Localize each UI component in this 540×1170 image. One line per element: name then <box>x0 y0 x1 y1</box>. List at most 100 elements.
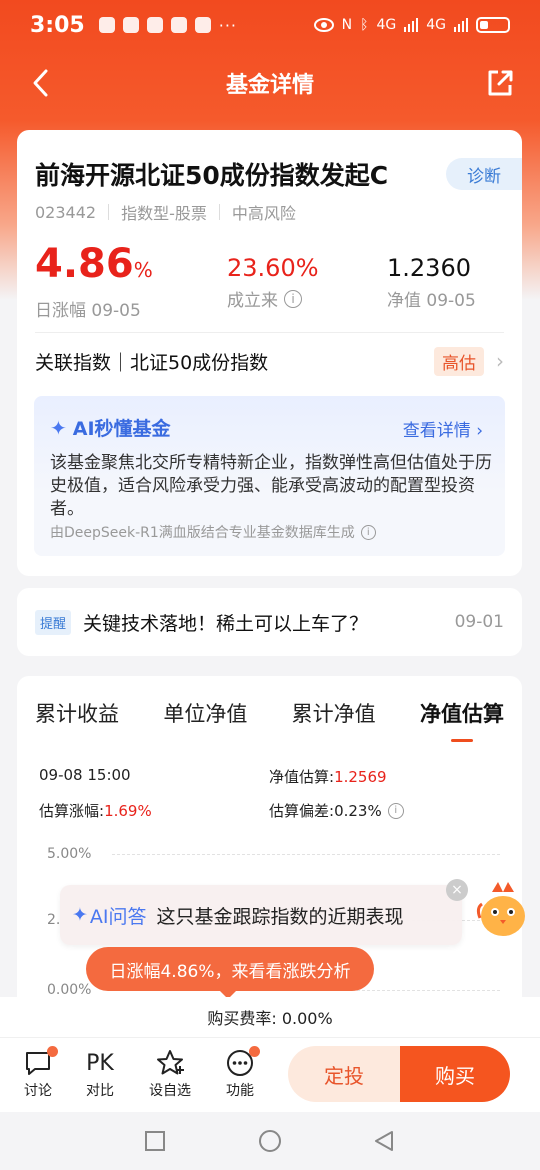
add-watchlist-button[interactable]: 设自选 <box>140 1046 200 1100</box>
grid-line <box>112 854 500 855</box>
fund-type: 指数型-股票 <box>121 204 207 223</box>
daily-change-value: 4.86% <box>35 241 153 287</box>
purchase-fee: 购买费率: 0.00% <box>0 997 540 1037</box>
ai-ask-tag: ✦ AI问答 <box>72 904 147 928</box>
divider <box>35 332 504 333</box>
fund-name: 前海开源北证50成份指数发起C <box>35 161 389 190</box>
ai-detail-link[interactable]: 查看详情 › <box>403 416 483 441</box>
nav-estimate: 净值估算:1.2569 <box>269 768 387 786</box>
daily-change-label: 日涨幅 09-05 <box>35 301 141 321</box>
daily-change-stat: 4.86% 日涨幅 09-05 <box>35 242 153 321</box>
valuation-badge: 高估 <box>434 346 484 376</box>
discuss-button[interactable]: 讨论 <box>8 1046 68 1100</box>
bluetooth-icon: ᛒ <box>360 17 369 33</box>
eye-icon <box>313 18 334 32</box>
tab-unit-nav[interactable]: 单位净值 <box>163 698 247 728</box>
since-inception-stat: 23.60% 成立来 i <box>227 254 319 311</box>
share-icon[interactable] <box>484 67 516 99</box>
y-axis-top: 5.00% <box>47 846 92 862</box>
ai-summary-title: ✦ AI秒懂基金 <box>50 415 171 441</box>
estimate-datetime: 09-08 15:00 <box>39 766 131 784</box>
watchlist-label: 设自选 <box>149 1083 191 1099</box>
status-bar: 3:05 ··· N ᛒ 4G 4G <box>0 0 540 50</box>
compare-button[interactable]: PK 对比 <box>70 1046 130 1100</box>
y-axis-mid: 2. <box>47 912 61 928</box>
news-headline: 关键技术落地！稀土可以上车了？ <box>83 612 369 635</box>
nfc-icon: N <box>341 17 353 33</box>
divider <box>218 204 220 220</box>
signal-2-label: 4G <box>426 17 446 33</box>
news-card[interactable]: 提醒 关键技术落地！稀土可以上车了？ 09-01 <box>17 588 522 656</box>
auto-invest-button[interactable]: 定投 <box>288 1046 400 1102</box>
status-app-icons <box>98 17 211 33</box>
change-analysis-button[interactable]: 日涨幅4.86%，来看看涨跌分析 <box>86 947 374 999</box>
pk-icon: PK <box>86 1050 114 1076</box>
notification-dot <box>249 1046 260 1057</box>
divider <box>108 204 110 220</box>
signal-1-label: 4G <box>376 17 397 33</box>
buy-button[interactable]: 购买 <box>400 1046 510 1102</box>
related-index: 关联指数｜北证50成份指数 <box>35 351 269 374</box>
functions-button[interactable]: 功能 <box>210 1046 270 1100</box>
since-inception-value: 23.60% <box>227 254 319 282</box>
battery-icon <box>476 17 510 33</box>
more-icon <box>210 1046 270 1080</box>
remind-tag: 提醒 <box>35 609 72 635</box>
sparkle-icon: ✦ <box>72 904 88 926</box>
news-date: 09-01 <box>454 612 504 632</box>
tab-cumulative-return[interactable]: 累计收益 <box>35 698 119 728</box>
chevron-right-icon: › <box>496 349 504 373</box>
nav-label: 净值 09-05 <box>387 291 476 311</box>
signal-icon <box>404 18 419 32</box>
notification-dot <box>47 1046 58 1057</box>
info-icon[interactable]: i <box>387 802 404 819</box>
nav-stat: 1.2360 净值 09-05 <box>387 254 476 311</box>
page-title: 基金详情 <box>225 73 314 98</box>
more-notifications-icon: ··· <box>218 15 237 35</box>
fund-summary-card: 前海开源北证50成份指数发起C 诊断 023442 指数型-股票 中高风险 4.… <box>17 130 522 576</box>
recent-apps-icon[interactable] <box>144 1130 166 1152</box>
fund-code: 023442 <box>35 202 97 222</box>
close-icon[interactable]: × <box>446 879 468 901</box>
system-navigation-bar <box>0 1112 540 1170</box>
weibo-icon <box>122 17 139 33</box>
wechat-icon <box>146 17 163 33</box>
info-icon[interactable]: i <box>284 289 302 308</box>
ai-question-bubble[interactable]: ✦ AI问答 这只基金跟踪指数的近期表现 × <box>60 879 468 945</box>
signal-icon <box>454 18 468 32</box>
star-plus-icon <box>140 1046 200 1080</box>
since-inception-label: 成立来 i <box>227 286 319 311</box>
chat-bubble-icon <box>8 1046 68 1080</box>
y-axis-bottom: 0.00% <box>47 982 92 998</box>
discuss-label: 讨论 <box>24 1083 52 1099</box>
nav-value: 1.2360 <box>387 254 471 282</box>
functions-label: 功能 <box>226 1083 254 1099</box>
back-nav-icon[interactable] <box>372 1129 396 1153</box>
status-time: 3:05 <box>30 12 85 38</box>
mascot-icon[interactable] <box>474 878 532 944</box>
app-notification-icon <box>98 17 115 33</box>
tab-cumulative-nav[interactable]: 累计净值 <box>292 698 376 728</box>
estimate-change: 估算涨幅:1.69% <box>39 802 152 820</box>
ai-source-note: 由DeepSeek-R1满血版结合专业基金数据库生成 i <box>50 522 376 542</box>
info-icon[interactable]: i <box>360 524 376 540</box>
ai-summary-text: 该基金聚焦北交所专精特新企业，指数弹性高但估值处于历史极值，适合风险承受力强、能… <box>50 453 492 519</box>
ai-question-text: 这只基金跟踪指数的近期表现 <box>156 905 404 928</box>
estimate-deviation: 估算偏差:0.23% i <box>269 800 404 821</box>
tab-nav-estimate[interactable]: 净值估算 <box>420 698 504 742</box>
page-header: 基金详情 <box>0 55 540 111</box>
fund-risk: 中高风险 <box>231 204 296 223</box>
compare-label: 对比 <box>86 1083 114 1099</box>
app-notification-icon <box>194 17 211 33</box>
sparkle-icon: ✦ <box>50 415 67 440</box>
status-right: N ᛒ 4G 4G <box>313 17 510 33</box>
back-icon[interactable] <box>26 67 58 99</box>
ai-summary-box: ✦ AI秒懂基金 查看详情 › 该基金聚焦北交所专精特新企业，指数弹性高但估值处… <box>34 396 505 556</box>
bottom-action-bar: 讨论 PK 对比 设自选 功能 定投 购买 <box>0 1037 540 1112</box>
home-icon[interactable] <box>258 1129 282 1153</box>
diagnose-button[interactable]: 诊断 <box>446 158 522 190</box>
app-notification-icon <box>170 17 187 33</box>
related-index-row[interactable]: 关联指数｜北证50成份指数 高估 › <box>35 345 504 377</box>
fund-meta: 023442 指数型-股票 中高风险 <box>35 200 296 224</box>
chart-tabs: 累计收益 单位净值 累计净值 净值估算 <box>35 698 504 742</box>
